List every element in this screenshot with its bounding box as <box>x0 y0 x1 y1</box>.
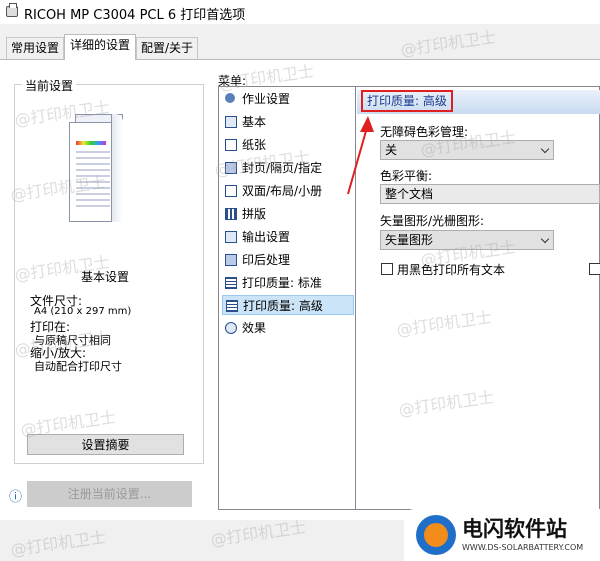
detail-title: 打印质量: 高级 <box>361 90 453 112</box>
menu-item-quality-advanced[interactable]: 打印质量: 高级 <box>222 295 354 315</box>
paper-icon <box>225 139 237 151</box>
output-icon <box>225 231 237 243</box>
color-balance-label: 色彩平衡: <box>380 169 433 183</box>
window-title: RICOH MP C3004 PCL 6 打印首选项 <box>24 8 246 23</box>
chevron-down-icon <box>540 144 550 154</box>
tab-config-about[interactable]: 配置/关于 <box>136 37 198 59</box>
logo-url: WWW.DS-SOLARBATTERY.COM <box>462 543 584 552</box>
site-logo: 电闪软件站 WWW.DS-SOLARBATTERY.COM <box>404 509 600 561</box>
menu-item-quality-standard[interactable]: 打印质量: 标准 <box>222 273 354 293</box>
settings-summary-button[interactable]: 设置摘要 <box>27 434 184 455</box>
job-icon <box>225 93 235 103</box>
finishing-icon <box>225 254 237 266</box>
chevron-down-icon <box>540 234 550 244</box>
menu-item-finishing[interactable]: 印后处理 <box>222 250 354 270</box>
watermark: @打印机卫士 <box>399 27 498 60</box>
menu-item-output[interactable]: 输出设置 <box>222 227 354 247</box>
quality-standard-icon <box>225 277 237 289</box>
effect-icon <box>225 322 237 334</box>
duplex-icon <box>225 185 237 197</box>
menu-item-imposition[interactable]: 拼版 <box>222 204 354 224</box>
black-text-checkbox[interactable] <box>381 263 393 275</box>
basic-icon <box>225 116 237 128</box>
printer-icon <box>6 3 18 17</box>
menu-item-job-settings[interactable]: 作业设置 <box>222 89 354 109</box>
vector-raster-label: 矢量图形/光栅图形: <box>380 214 485 228</box>
extra-checkbox[interactable] <box>589 263 600 275</box>
logo-name: 电闪软件站 <box>462 517 567 541</box>
quality-advanced-icon <box>226 300 238 312</box>
imposition-icon <box>225 208 237 220</box>
red-arrow-annotation <box>347 116 374 195</box>
watermark: @打印机卫士 <box>9 527 108 560</box>
current-settings-title: 当前设置 <box>22 77 77 94</box>
tab-detailed[interactable]: 详细的设置 <box>64 34 136 60</box>
color-balance-select[interactable]: 整个文档 <box>380 184 600 204</box>
register-settings-button[interactable]: 注册当前设置... <box>27 481 192 507</box>
info-icon: ⓘ <box>9 490 23 505</box>
tab-general[interactable]: 常用设置 <box>6 37 64 59</box>
menu-item-effect[interactable]: 效果 <box>222 318 354 338</box>
title-bar: RICOH MP C3004 PCL 6 打印首选项 <box>0 0 600 24</box>
logo-mark-icon <box>416 515 456 555</box>
info-value-scale: 自动配合打印尺寸 <box>34 360 122 373</box>
info-value-size: A4 (210 x 297 mm) <box>34 306 132 317</box>
color-bar-icon <box>76 141 106 145</box>
